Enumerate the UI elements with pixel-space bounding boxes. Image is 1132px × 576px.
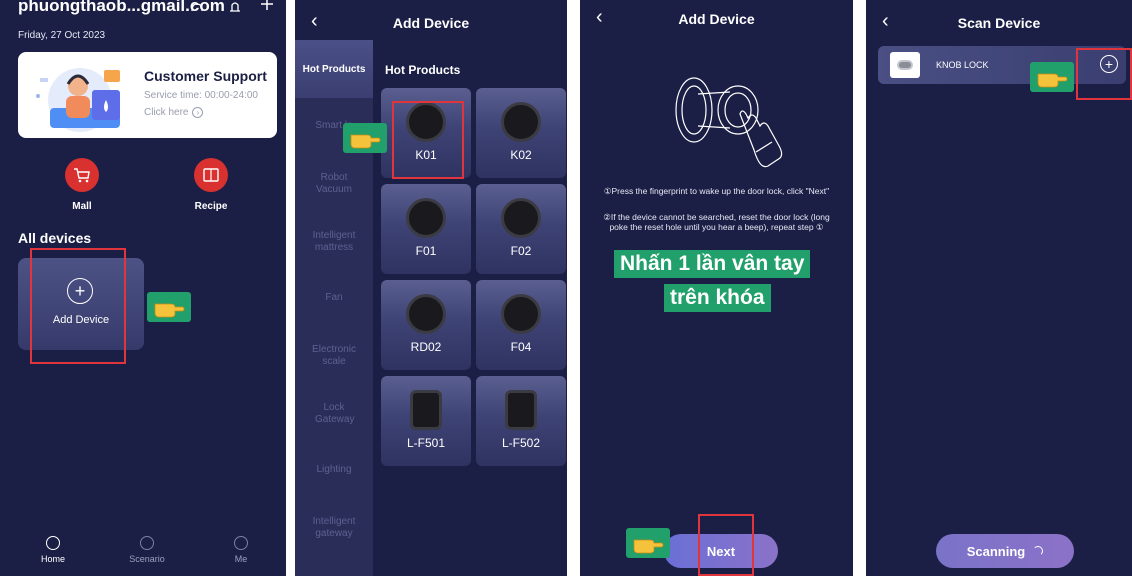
product-f01[interactable]: F01	[381, 184, 471, 274]
customer-support-card[interactable]: Customer Support Service time: 00:00-24:…	[18, 52, 277, 138]
fingerprint-lock-image	[501, 198, 541, 238]
home-icon	[46, 536, 60, 550]
add-icon[interactable]	[260, 0, 274, 17]
nav-home[interactable]: Home	[38, 536, 68, 564]
device-thumbnail	[890, 52, 920, 78]
product-label: F02	[510, 244, 532, 258]
product-k02[interactable]: K02	[476, 88, 566, 178]
date-label: Friday, 27 Oct 2023	[18, 30, 106, 41]
category-fan[interactable]: Fan	[295, 292, 373, 304]
highlight-box	[30, 248, 126, 364]
lever-lock-image	[410, 390, 442, 430]
page-title: Add Device	[678, 11, 755, 27]
category-intelligent-gateway[interactable]: Intelligent gateway	[295, 516, 373, 540]
door-knob-fingerprint-illustration	[668, 70, 788, 185]
bell-icon[interactable]	[228, 0, 242, 18]
product-l-f502[interactable]: L-F502	[476, 376, 566, 466]
deadbolt-lock-image	[501, 294, 541, 334]
knob-lock-image	[897, 60, 913, 70]
product-f02[interactable]: F02	[476, 184, 566, 274]
product-label: L-F501	[406, 436, 446, 450]
product-label: L-F502	[501, 436, 541, 450]
nav-home-label: Home	[40, 554, 65, 564]
scanning-button[interactable]: Scanning	[936, 534, 1074, 568]
knob-lock-image	[501, 102, 541, 142]
product-l-f501[interactable]: L-F501	[381, 376, 471, 466]
highlight-box	[698, 514, 754, 576]
scanning-label: Scanning	[966, 543, 1026, 559]
support-title: Customer Support	[144, 68, 267, 84]
spinner-icon	[1033, 546, 1044, 556]
nav-me[interactable]: Me	[226, 536, 256, 564]
nav-scenario[interactable]: Scenario	[125, 536, 169, 564]
category-robot-vacuum[interactable]: Robot Vacuum	[295, 172, 373, 196]
scenario-icon	[140, 536, 154, 550]
recipe-button[interactable]	[194, 158, 228, 192]
click-here-link[interactable]: Click here ›	[144, 107, 204, 118]
scan-device-screen: ‹ Scan Device KNOB LOCK + Scanning	[866, 0, 1132, 576]
nav-me-label: Me	[234, 554, 248, 564]
fingerprint-lock-image	[406, 198, 446, 238]
overlay-caption-line1: Nhấn 1 lần vân tay	[614, 250, 811, 278]
support-illustration	[30, 60, 140, 137]
nav-scenario-label: Scenario	[129, 554, 165, 564]
category-hot-products[interactable]: Hot Products	[295, 40, 373, 98]
highlight-box	[1076, 48, 1132, 100]
category-lock-gateway[interactable]: Lock Gateway	[295, 402, 373, 426]
add-device-catalog-screen: ‹ Add Device Hot Products Smart lo Robot…	[295, 0, 567, 576]
product-label: F01	[415, 244, 437, 258]
click-here-label: Click here	[144, 107, 189, 118]
deadbolt-lock-image	[406, 294, 446, 334]
instruction-step-1: ①Press the fingerprint to wake up the do…	[603, 186, 830, 196]
product-label: F04	[510, 340, 532, 354]
category-intelligent-mattress[interactable]: Intelligent mattress	[295, 230, 373, 254]
headset-icon[interactable]	[190, 2, 204, 20]
pointing-hand-icon	[147, 292, 191, 322]
recipe-label: Recipe	[194, 201, 228, 212]
pointing-hand-icon	[1030, 62, 1074, 92]
device-name: KNOB LOCK	[936, 60, 989, 70]
cart-icon	[74, 168, 90, 183]
book-icon	[203, 168, 219, 182]
section-title: Hot Products	[385, 63, 461, 77]
mall-label: Mall	[72, 201, 92, 212]
pointing-hand-icon	[626, 528, 670, 558]
highlight-box	[392, 101, 464, 179]
bottom-nav: Home Scenario Me	[0, 528, 286, 576]
lever-lock-image	[505, 390, 537, 430]
profile-icon	[234, 536, 248, 550]
pointing-hand-icon	[343, 123, 387, 153]
page-title: Add Device	[392, 15, 470, 31]
category-electronic-scale[interactable]: Electronic scale	[295, 344, 373, 368]
all-devices-heading: All devices	[18, 230, 92, 246]
category-sidebar: Hot Products Smart lo Robot Vacuum Intel…	[295, 40, 373, 576]
add-device-instructions-screen: ‹ Add Device ①Press the fingerprint to w…	[580, 0, 853, 576]
chevron-right-icon: ›	[192, 107, 204, 118]
page-title: Scan Device	[957, 15, 1041, 31]
home-screen: phuongthaob...gmail.com Friday, 27 Oct 2…	[0, 0, 286, 576]
product-rd02[interactable]: RD02	[381, 280, 471, 370]
product-f04[interactable]: F04	[476, 280, 566, 370]
category-lighting[interactable]: Lighting	[295, 464, 373, 476]
mall-button[interactable]	[65, 158, 99, 192]
instruction-step-2: ②If the device cannot be searched, reset…	[603, 212, 830, 232]
product-label: RD02	[410, 340, 442, 354]
overlay-caption-line2: trên khóa	[664, 284, 771, 312]
product-label: K02	[510, 148, 532, 162]
support-time: Service time: 00:00-24:00	[144, 90, 258, 101]
